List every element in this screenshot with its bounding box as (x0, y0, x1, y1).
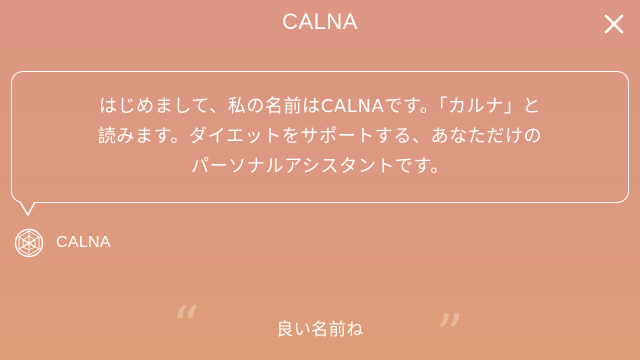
message-line: パーソナルアシスタントです。 (191, 156, 449, 177)
message-text: はじめまして、私の名前はCALNAです。「カルナ」と 読みます。ダイエットをサポ… (11, 71, 629, 203)
page-title: CALNA (282, 9, 358, 34)
agent-name: CALNA (56, 234, 111, 251)
bubble-tail (19, 202, 36, 217)
calna-logo-icon (14, 228, 44, 258)
reply-option[interactable]: 良い名前ね (0, 315, 640, 340)
close-icon (604, 14, 624, 34)
close-quote-icon: ” (436, 303, 464, 360)
message-line: はじめまして、私の名前はCALNAです。「カルナ」と (98, 96, 542, 117)
message-line: 読みます。ダイエットをサポートする、あなただけの (97, 126, 543, 147)
close-button[interactable] (600, 10, 628, 38)
agent-identity: CALNA (14, 228, 111, 258)
